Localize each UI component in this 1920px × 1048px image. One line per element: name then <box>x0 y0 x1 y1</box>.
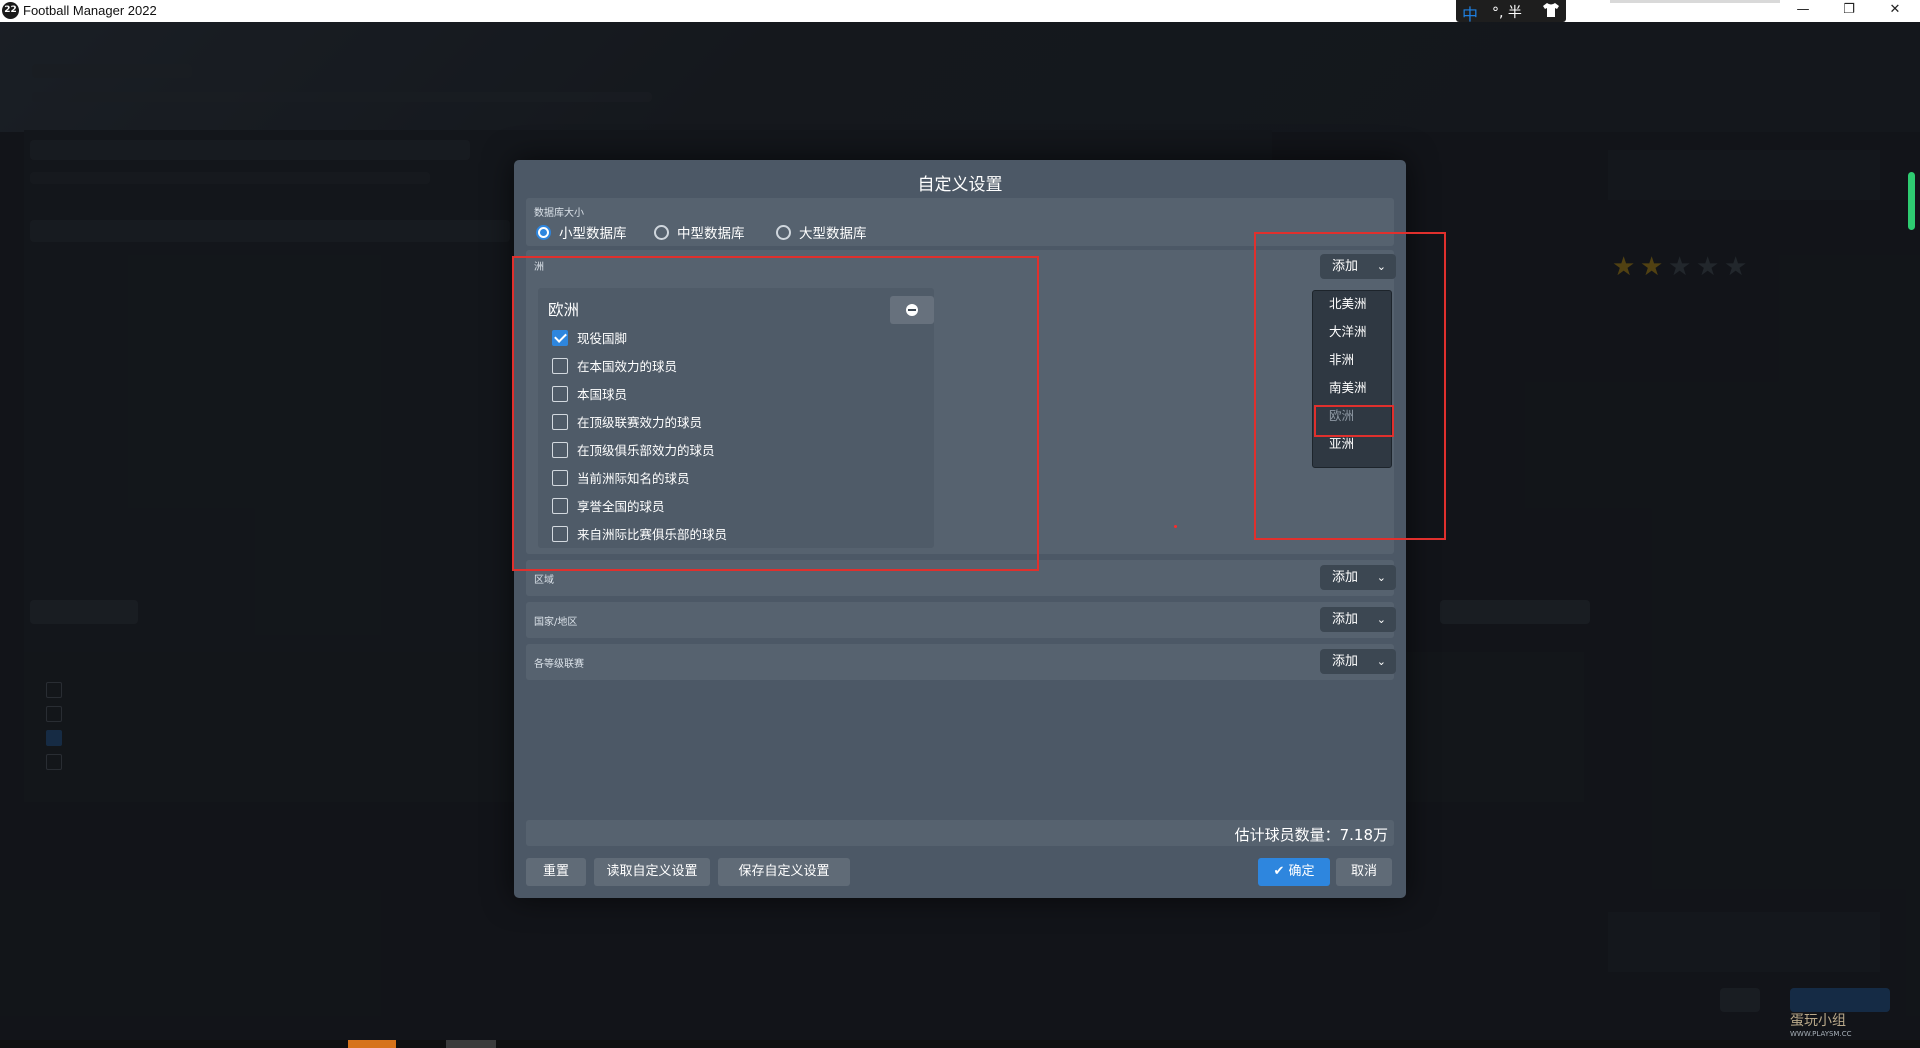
region-label: 区域 <box>534 575 554 586</box>
radio-indicator[interactable] <box>654 224 669 240</box>
radio-large-database[interactable]: 大型数据库 <box>776 222 867 242</box>
close-button[interactable]: ✕ <box>1872 0 1918 22</box>
option-continental-competition-clubs[interactable]: 来自洲际比赛俱乐部的球员 <box>552 524 727 543</box>
continent-section: 洲 添加 ⌄ 欧洲 现役国脚 在本国效力的球员 本国球员 在顶级联赛效力的球员 … <box>526 250 1396 554</box>
option-top-club-players[interactable]: 在顶级俱乐部效力的球员 <box>552 440 715 459</box>
cancel-button[interactable]: 取消 <box>1336 858 1392 886</box>
nation-add-button[interactable]: 添加 ⌄ <box>1320 607 1396 632</box>
add-label: 添加 <box>1332 259 1359 274</box>
checkbox[interactable] <box>552 329 568 346</box>
radio-medium-database[interactable]: 中型数据库 <box>654 222 745 242</box>
region-section: 区域 添加 ⌄ <box>526 560 1396 596</box>
leagues-section: 各等级联赛 添加 ⌄ <box>526 644 1396 680</box>
checkbox[interactable] <box>552 441 568 458</box>
taskbar-app[interactable] <box>446 1040 496 1048</box>
nation-section: 国家/地区 添加 ⌄ <box>526 602 1396 638</box>
watermark-text: 蛋玩小组 <box>1790 1013 1846 1029</box>
radio-label: 小型数据库 <box>559 226 627 242</box>
ime-skin-icon[interactable] <box>1542 2 1560 22</box>
window-title: Football Manager 2022 <box>23 3 157 18</box>
dropdown-item-north-america[interactable]: 北美洲 <box>1313 291 1391 317</box>
confirm-label: 确定 <box>1288 864 1315 879</box>
continent-card-europe: 欧洲 现役国脚 在本国效力的球员 本国球员 在顶级联赛效力的球员 在顶级俱乐部效… <box>538 288 934 548</box>
title-bar: 22 Football Manager 2022 中 °, 半 — ❐ ✕ <box>0 0 1920 24</box>
option-label: 当前洲际知名的球员 <box>577 471 690 486</box>
radio-label: 中型数据库 <box>677 226 745 242</box>
nation-label: 国家/地区 <box>534 617 578 628</box>
remove-continent-button[interactable] <box>890 296 934 324</box>
checkbox[interactable] <box>552 413 568 430</box>
database-size-section: 数据库大小 小型数据库 中型数据库 大型数据库 <box>526 198 1394 246</box>
option-current-internationals[interactable]: 现役国脚 <box>552 328 627 347</box>
cursor-marker <box>1174 525 1177 528</box>
taskbar <box>0 1040 1920 1048</box>
checkbox[interactable] <box>552 357 568 374</box>
continent-card-title: 欧洲 <box>548 301 580 319</box>
chevron-down-icon: ⌄ <box>1376 571 1386 584</box>
estimated-player-count: 估计球员数量：7.18万 <box>1234 826 1388 844</box>
leagues-add-button[interactable]: 添加 ⌄ <box>1320 649 1396 674</box>
dropdown-item-europe: 欧洲 <box>1329 408 1355 423</box>
app-logo-icon: 22 <box>2 2 19 19</box>
option-national-reputation[interactable]: 享誉全国的球员 <box>552 496 665 515</box>
chevron-down-icon: ⌄ <box>1376 655 1386 668</box>
add-label: 添加 <box>1332 612 1359 627</box>
dropdown-item-africa[interactable]: 非洲 <box>1313 347 1391 373</box>
reset-button[interactable]: 重置 <box>526 858 586 886</box>
estimate-bar: 估计球员数量：7.18万 <box>526 820 1394 846</box>
radio-small-database[interactable]: 小型数据库 <box>536 222 627 242</box>
title-bar-strip <box>1610 0 1780 3</box>
ime-toolbar[interactable]: 中 °, 半 <box>1456 0 1566 24</box>
region-add-button[interactable]: 添加 ⌄ <box>1320 565 1396 590</box>
option-continental-reputation[interactable]: 当前洲际知名的球员 <box>552 468 690 487</box>
dropdown-item-asia[interactable]: 亚洲 <box>1313 431 1391 457</box>
continent-dropdown-menu: 北美洲 大洋洲 非洲 南美洲 欧洲 亚洲 <box>1312 290 1392 468</box>
radio-indicator[interactable] <box>536 224 551 240</box>
option-top-league-players[interactable]: 在顶级联赛效力的球员 <box>552 412 702 431</box>
checkbox[interactable] <box>552 525 568 542</box>
radio-indicator[interactable] <box>776 224 791 240</box>
checkbox[interactable] <box>552 385 568 402</box>
add-label: 添加 <box>1332 570 1359 585</box>
database-size-label: 数据库大小 <box>534 208 584 219</box>
minimize-button[interactable]: — <box>1780 0 1826 22</box>
watermark: 蛋玩小组 WWW.PLAYSM.CC <box>1790 1010 1910 1038</box>
chevron-down-icon: ⌄ <box>1376 613 1386 626</box>
continent-add-button[interactable]: 添加 ⌄ <box>1320 254 1396 279</box>
custom-settings-dialog: 自定义设置 数据库大小 小型数据库 中型数据库 大型数据库 洲 添加 ⌄ 欧洲 <box>514 160 1406 898</box>
restore-button[interactable]: ❐ <box>1826 0 1872 22</box>
minus-circle-icon <box>906 304 918 316</box>
radio-label: 大型数据库 <box>799 226 867 242</box>
dropdown-item-oceania[interactable]: 大洋洲 <box>1313 319 1391 345</box>
load-custom-settings-button[interactable]: 读取自定义设置 <box>594 858 710 886</box>
checkbox[interactable] <box>552 497 568 514</box>
ime-status-text[interactable]: °, 半 <box>1492 2 1522 22</box>
dropdown-item-south-america[interactable]: 南美洲 <box>1313 375 1391 401</box>
leagues-label: 各等级联赛 <box>534 659 584 670</box>
option-label: 本国球员 <box>577 387 628 402</box>
option-label: 在顶级联赛效力的球员 <box>577 415 703 430</box>
option-native-players[interactable]: 本国球员 <box>552 384 627 403</box>
scroll-indicator[interactable] <box>1908 172 1915 230</box>
option-label: 现役国脚 <box>577 331 628 346</box>
chevron-down-icon: ⌄ <box>1376 260 1386 273</box>
checkbox[interactable] <box>552 469 568 486</box>
dialog-title: 自定义设置 <box>917 175 1003 195</box>
option-label: 来自洲际比赛俱乐部的球员 <box>577 527 728 542</box>
watermark-url: WWW.PLAYSM.CC <box>1790 1030 1852 1038</box>
continent-label: 洲 <box>534 262 544 273</box>
option-label: 在顶级俱乐部效力的球员 <box>577 443 715 458</box>
option-label: 享誉全国的球员 <box>577 499 665 514</box>
check-icon: ✔ <box>1273 864 1285 879</box>
taskbar-app-active[interactable] <box>348 1040 396 1048</box>
add-label: 添加 <box>1332 654 1359 669</box>
option-label: 在本国效力的球员 <box>577 359 678 374</box>
save-custom-settings-button[interactable]: 保存自定义设置 <box>718 858 850 886</box>
confirm-button[interactable]: ✔ 确定 <box>1258 858 1330 886</box>
option-domestic-league-players[interactable]: 在本国效力的球员 <box>552 356 677 375</box>
